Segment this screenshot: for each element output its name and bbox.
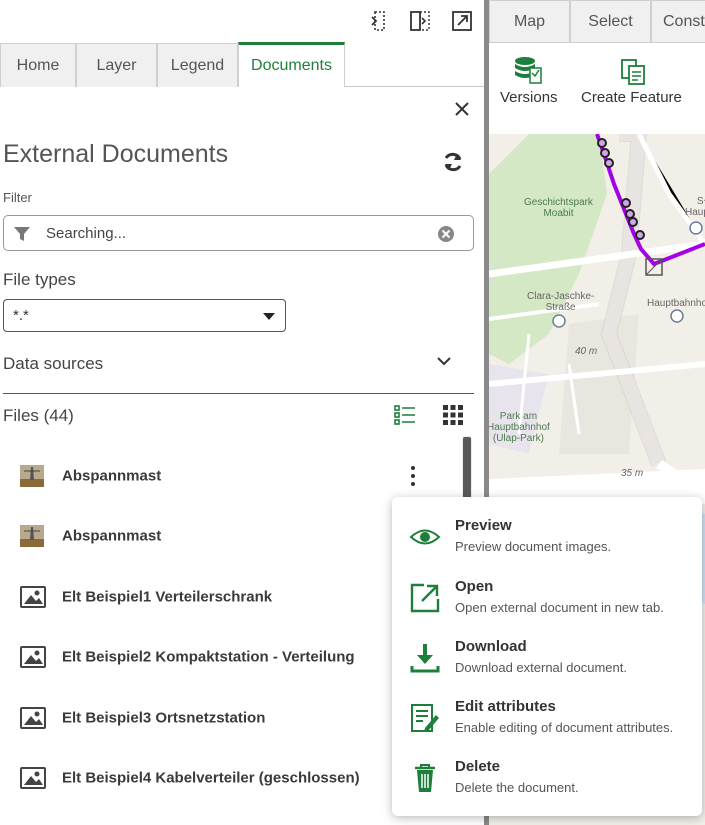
close-icon[interactable] <box>452 99 472 119</box>
file-name: Elt Beispiel1 Verteilerschrank <box>62 588 273 606</box>
file-row[interactable]: Abspannmast <box>0 506 458 566</box>
refresh-icon[interactable] <box>441 150 465 174</box>
grid-view-icon[interactable] <box>442 404 464 426</box>
create-feature-button[interactable]: Create Feature <box>581 89 682 106</box>
map-label-elev40: 40 m <box>575 346 598 357</box>
file-name: Abspannmast <box>62 467 162 485</box>
tab-construct[interactable]: Const <box>651 0 705 43</box>
menu-item-title: Edit attributes <box>455 698 556 715</box>
download-icon <box>408 641 442 675</box>
file-name: Abspannmast <box>62 527 162 545</box>
scrollbar-thumb[interactable] <box>463 437 471 499</box>
file-row[interactable]: Elt Beispiel1 Verteilerschrank <box>0 567 458 627</box>
tab-layer[interactable]: Layer <box>76 43 157 87</box>
file-name: Elt Beispiel2 Kompaktstation - Verteilun… <box>62 648 355 666</box>
menu-item-title: Open <box>455 578 494 595</box>
file-row[interactable]: Elt Beispiel4 Kabelverteiler (geschlosse… <box>0 748 458 808</box>
create-feature-icon[interactable] <box>620 58 648 86</box>
menu-item-desc: Download external document. <box>455 660 627 675</box>
file-row[interactable]: Abspannmast <box>0 446 458 506</box>
image-icon <box>20 586 46 608</box>
open-external-icon <box>408 581 442 615</box>
map-label-s-u: S+U Hauptbah <box>685 196 705 218</box>
filter-label: Filter <box>3 190 32 205</box>
collapse-panel-icon[interactable] <box>366 10 388 32</box>
menu-item-title: Delete <box>455 758 501 775</box>
versions-icon[interactable] <box>513 56 543 86</box>
map-label-geschichtspark: Geschichtspark Moabit <box>524 197 593 219</box>
file-name: Elt Beispiel4 Kabelverteiler (geschlosse… <box>62 769 360 787</box>
tab-home[interactable]: Home <box>0 43 76 87</box>
menu-item-title: Download <box>455 638 527 655</box>
context-menu: Preview Preview document images. Open Op… <box>392 497 702 816</box>
popout-icon[interactable] <box>451 10 473 32</box>
filter-input[interactable] <box>46 223 426 243</box>
menu-item-preview[interactable]: Preview Preview document images. <box>392 507 702 567</box>
file-types-select[interactable]: *.* <box>3 299 286 332</box>
tab-legend[interactable]: Legend <box>157 43 238 87</box>
file-name: Elt Beispiel3 Ortsnetzstation <box>62 709 266 727</box>
menu-item-desc: Enable editing of document attributes. <box>455 720 674 735</box>
panel-title: External Documents <box>3 140 229 168</box>
list-view-icon[interactable] <box>394 404 416 426</box>
expand-data-sources-icon[interactable] <box>436 355 452 367</box>
menu-item-edit-attributes[interactable]: Edit attributes Enable editing of docume… <box>392 688 702 748</box>
menu-item-download[interactable]: Download Download external document. <box>392 628 702 688</box>
versions-button[interactable]: Versions <box>500 89 558 106</box>
panel-tabs: Home Layer Legend Documents <box>0 42 484 87</box>
map-label-clara: Clara-Jaschke- Straße <box>527 291 595 313</box>
image-icon <box>20 767 46 789</box>
menu-item-desc: Open external document in new tab. <box>455 600 664 615</box>
image-icon <box>20 707 46 729</box>
menu-item-desc: Delete the document. <box>455 780 579 795</box>
clear-filter-icon[interactable] <box>437 225 455 243</box>
menu-item-delete[interactable]: Delete Delete the document. <box>392 748 702 808</box>
menu-item-open[interactable]: Open Open external document in new tab. <box>392 568 702 628</box>
eye-icon <box>408 520 442 554</box>
edit-attributes-icon <box>408 701 442 735</box>
photo-thumbnail-icon <box>20 465 44 487</box>
divider <box>3 393 474 394</box>
tab-documents[interactable]: Documents <box>238 42 345 87</box>
menu-item-title: Preview <box>455 517 512 534</box>
file-types-label: File types <box>3 270 76 289</box>
image-icon <box>20 646 46 668</box>
menu-item-desc: Preview document images. <box>455 539 612 554</box>
tab-map[interactable]: Map <box>489 0 570 43</box>
chevron-down-icon <box>262 311 276 321</box>
file-row[interactable]: Elt Beispiel3 Ortsnetzstation <box>0 688 458 748</box>
more-options-icon[interactable] <box>406 464 420 488</box>
files-count-label: Files (44) <box>3 406 74 425</box>
map-label-park-am: Park am Hauptbahnhof (Ulap-Park) <box>489 411 550 444</box>
map-label-hauptbahnhof: Hauptbahnhof <box>647 298 705 309</box>
split-panel-icon[interactable] <box>409 10 431 32</box>
tab-select[interactable]: Select <box>570 0 651 43</box>
data-sources-label[interactable]: Data sources <box>3 354 103 374</box>
trash-icon <box>408 761 442 795</box>
filter-funnel-icon <box>13 225 31 243</box>
file-types-value: *.* <box>13 307 29 324</box>
map-label-elev35: 35 m <box>621 468 644 479</box>
file-row[interactable]: Elt Beispiel2 Kompaktstation - Verteilun… <box>0 627 458 687</box>
photo-thumbnail-icon <box>20 525 44 547</box>
filter-field[interactable] <box>3 215 474 251</box>
